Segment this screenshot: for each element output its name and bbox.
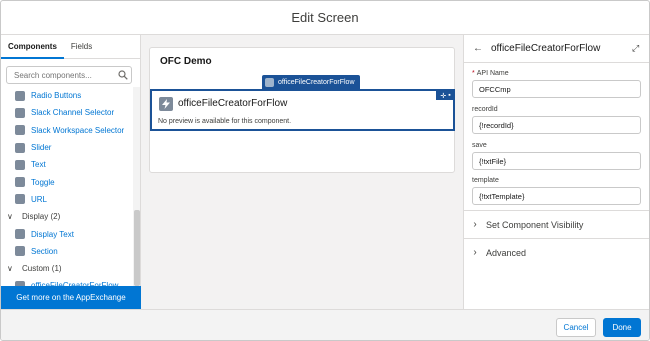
list-item[interactable]: Slack Channel Selector [1,104,133,121]
component-tag-label: officeFileCreatorForFlow [278,78,355,86]
slider-icon [15,142,25,153]
list-item[interactable]: Display Text [1,225,133,242]
component-list: Radio Buttons Slack Channel Selector Slack… [1,87,133,286]
screen-canvas[interactable]: OFC Demo officeFileCreatorForFlow ✛ ▪ of… [149,47,455,173]
done-button[interactable]: Done [603,318,641,337]
field-label-save: save [472,142,487,149]
radio-icon [15,90,25,101]
tab-components[interactable]: Components [1,35,64,59]
list-item-label: Toggle [31,177,55,187]
tab-fields[interactable]: Fields [64,35,99,58]
link-icon [15,194,25,205]
display-text-icon [15,229,25,240]
section-icon [15,246,25,257]
selected-component[interactable]: ✛ ▪ officeFileCreatorForFlow No preview … [150,89,455,131]
save-field[interactable] [472,152,641,170]
panel-tabs: Components Fields [1,35,140,59]
api-name-field[interactable] [472,80,641,98]
list-item[interactable]: Radio Buttons [1,87,133,104]
cancel-button[interactable]: Cancel [556,318,596,337]
expand-icon[interactable]: ⤢ [632,43,639,54]
chevron-right-icon: › [473,219,477,230]
component-tag[interactable]: officeFileCreatorForFlow [262,75,360,89]
list-item[interactable]: officeFileCreatorForFlow [1,277,133,286]
list-item-label: Display Text [31,229,74,239]
required-marker: * [472,70,475,77]
modal-title: Edit Screen [291,10,359,25]
component-actions[interactable]: ✛ ▪ [436,91,455,100]
section-label: Advanced [486,247,527,258]
chevron-right-icon: › [473,247,477,258]
list-item-label: Section [31,246,58,256]
list-item[interactable]: Section [1,243,133,260]
slack-icon [15,125,25,136]
search-icon[interactable] [118,70,128,80]
list-item-label: Text [31,160,46,170]
list-item-label: Slack Workspace Selector [31,125,125,135]
modal-footer: Cancel Done [1,309,649,340]
move-icon[interactable]: ✛ [440,92,446,100]
field-label-api-name: * API Name [472,70,509,77]
back-arrow-icon[interactable]: ← [473,43,483,54]
list-item-label: Slider [31,143,52,153]
slack-icon [15,107,25,118]
section-label: Set Component Visibility [486,219,584,230]
section-component-visibility[interactable]: › Set Component Visibility [464,210,649,238]
edit-screen-modal: Edit Screen Components Fields Radio Butt… [0,0,650,341]
field-label-recordid: recordId [472,106,498,113]
properties-title: officeFileCreatorForFlow [491,43,601,54]
list-group-header[interactable]: ∨ Display (2) [1,208,133,225]
list-item[interactable]: URL [1,191,133,208]
list-item-label: URL [31,194,48,204]
appexchange-button[interactable]: Get more on the AppExchange [1,286,141,309]
delete-icon[interactable]: ▪ [448,92,450,99]
screen-canvas-area: OFC Demo officeFileCreatorForFlow ✛ ▪ of… [141,35,463,309]
list-item[interactable]: Text [1,156,133,173]
properties-panel: ← officeFileCreatorForFlow ⤢ *API Name r… [463,35,649,309]
recordid-field[interactable] [472,116,641,134]
component-note: No preview is available for this compone… [158,118,292,125]
search-input[interactable] [6,66,132,84]
scrollbar-thumb[interactable] [134,210,140,286]
lightning-icon [159,97,173,111]
list-item[interactable]: Toggle [1,173,133,190]
components-panel: Components Fields Radio Buttons Slack Cha… [1,35,141,309]
properties-header: ← officeFileCreatorForFlow ⤢ [464,35,649,63]
text-icon [15,159,25,170]
appexchange-label: Get more on the AppExchange [16,293,126,302]
screen-title: OFC Demo [160,56,212,67]
list-item-label: Radio Buttons [31,91,82,101]
modal-header: Edit Screen [1,1,649,35]
chevron-down-icon: ∨ [7,264,13,274]
template-field[interactable] [472,187,641,205]
component-name: officeFileCreatorForFlow [178,98,288,109]
list-group-header[interactable]: ∨ Custom (1) [1,260,133,277]
toggle-icon [15,177,25,188]
list-item[interactable]: Slack Workspace Selector [1,122,133,139]
field-label-template: template [472,177,499,184]
lightning-icon [265,77,274,87]
section-advanced[interactable]: › Advanced [464,238,649,266]
list-item[interactable]: Slider [1,139,133,156]
list-item-label: Slack Channel Selector [31,108,115,118]
chevron-down-icon: ∨ [7,212,13,222]
group-label: Display (2) [22,212,61,222]
group-label: Custom (1) [22,264,62,274]
